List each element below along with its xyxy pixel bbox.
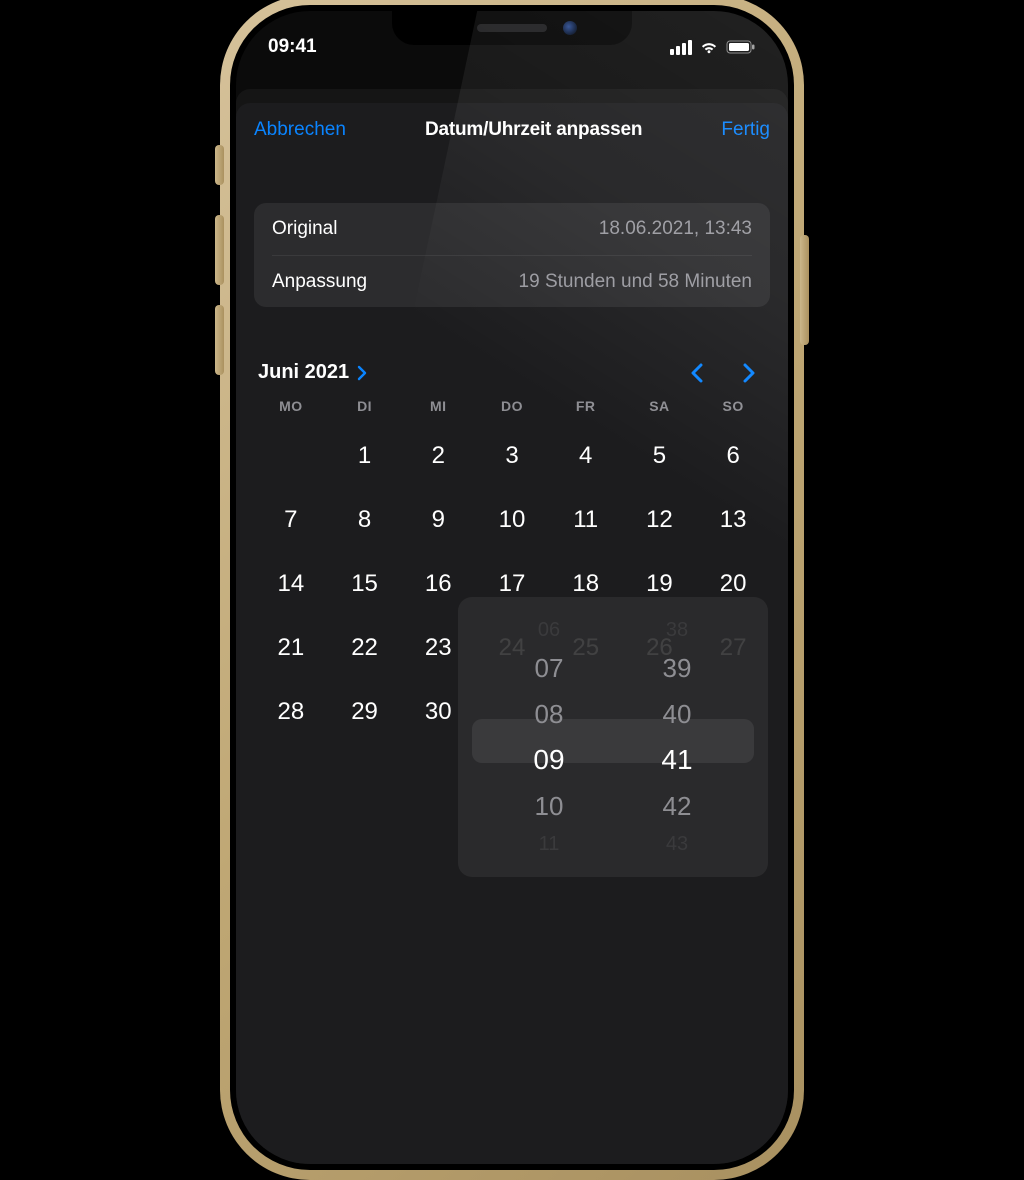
- minute-option[interactable]: 41: [661, 737, 692, 783]
- calendar-day[interactable]: 6: [696, 442, 770, 470]
- original-value: 18.06.2021, 13:43: [599, 218, 752, 240]
- hour-option[interactable]: 07: [535, 645, 564, 691]
- cancel-button[interactable]: Abbrechen: [254, 119, 346, 141]
- calendar-day[interactable]: 14: [254, 570, 328, 598]
- notch: [392, 11, 632, 45]
- weekday-header: MO DI MI DO FR SA SO: [254, 398, 770, 414]
- calendar-day[interactable]: 5: [623, 442, 697, 470]
- calendar-day[interactable]: 12: [623, 506, 697, 534]
- calendar-day[interactable]: 15: [328, 570, 402, 598]
- next-month-button[interactable]: [742, 362, 756, 384]
- volume-up-button: [215, 215, 224, 285]
- calendar-day: .: [254, 442, 328, 470]
- time-picker[interactable]: 060708091011 383940414243: [458, 597, 768, 877]
- phone-screen: 09:41 Ab: [236, 11, 788, 1164]
- minute-option[interactable]: 40: [663, 691, 692, 737]
- hour-option[interactable]: 10: [535, 783, 564, 829]
- info-row-adjustment: Anpassung 19 Stunden und 58 Minuten: [272, 255, 752, 307]
- calendar-day[interactable]: 18: [549, 570, 623, 598]
- calendar-day[interactable]: 2: [401, 442, 475, 470]
- calendar-day[interactable]: 9: [401, 506, 475, 534]
- wifi-icon: [699, 40, 719, 54]
- battery-icon: [726, 40, 756, 54]
- phone-frame: 09:41 Ab: [220, 0, 804, 1180]
- hour-option[interactable]: 11: [539, 829, 560, 859]
- adjust-value: 19 Stunden und 58 Minuten: [519, 271, 752, 293]
- month-selector[interactable]: Juni 2021: [258, 361, 367, 384]
- minute-option[interactable]: 38: [666, 615, 688, 645]
- front-camera: [563, 21, 577, 35]
- calendar-day[interactable]: 10: [475, 506, 549, 534]
- minute-option[interactable]: 39: [663, 645, 692, 691]
- power-button: [800, 235, 809, 345]
- cellular-signal-icon: [670, 40, 692, 55]
- calendar-day[interactable]: 19: [623, 570, 697, 598]
- calendar-day[interactable]: 16: [401, 570, 475, 598]
- volume-down-button: [215, 305, 224, 375]
- calendar-day[interactable]: 4: [549, 442, 623, 470]
- calendar-day[interactable]: 22: [328, 634, 402, 662]
- calendar-day[interactable]: 11: [549, 506, 623, 534]
- modal-sheet: Abbrechen Datum/Uhrzeit anpassen Fertig …: [236, 103, 788, 1164]
- picker-selection-band: [472, 719, 754, 763]
- speaker-grille: [477, 24, 547, 32]
- status-time: 09:41: [268, 36, 317, 58]
- info-card: Original 18.06.2021, 13:43 Anpassung 19 …: [254, 203, 770, 307]
- calendar-day[interactable]: 8: [328, 506, 402, 534]
- hour-option[interactable]: 08: [535, 691, 564, 737]
- calendar-day[interactable]: 17: [475, 570, 549, 598]
- calendar-day[interactable]: 29: [328, 698, 402, 726]
- info-row-original: Original 18.06.2021, 13:43: [272, 203, 752, 255]
- chevron-right-icon: [357, 365, 367, 381]
- original-label: Original: [272, 218, 337, 240]
- calendar-day[interactable]: 21: [254, 634, 328, 662]
- mute-switch: [215, 145, 224, 185]
- minute-option[interactable]: 42: [663, 783, 692, 829]
- calendar-row: 78910111213: [254, 488, 770, 552]
- calendar-day[interactable]: 28: [254, 698, 328, 726]
- calendar-day[interactable]: 20: [696, 570, 770, 598]
- calendar-day[interactable]: 7: [254, 506, 328, 534]
- done-button[interactable]: Fertig: [721, 119, 770, 141]
- modal-navbar: Abbrechen Datum/Uhrzeit anpassen Fertig: [254, 103, 770, 157]
- calendar-day[interactable]: 1: [328, 442, 402, 470]
- month-label: Juni 2021: [258, 361, 349, 384]
- adjust-label: Anpassung: [272, 271, 367, 293]
- hour-option[interactable]: 06: [538, 615, 560, 645]
- calendar-day[interactable]: 13: [696, 506, 770, 534]
- hour-option[interactable]: 09: [533, 737, 564, 783]
- calendar-row: .123456: [254, 424, 770, 488]
- prev-month-button[interactable]: [690, 362, 704, 384]
- minute-option[interactable]: 43: [666, 829, 688, 859]
- calendar-day[interactable]: 3: [475, 442, 549, 470]
- modal-title: Datum/Uhrzeit anpassen: [425, 119, 642, 141]
